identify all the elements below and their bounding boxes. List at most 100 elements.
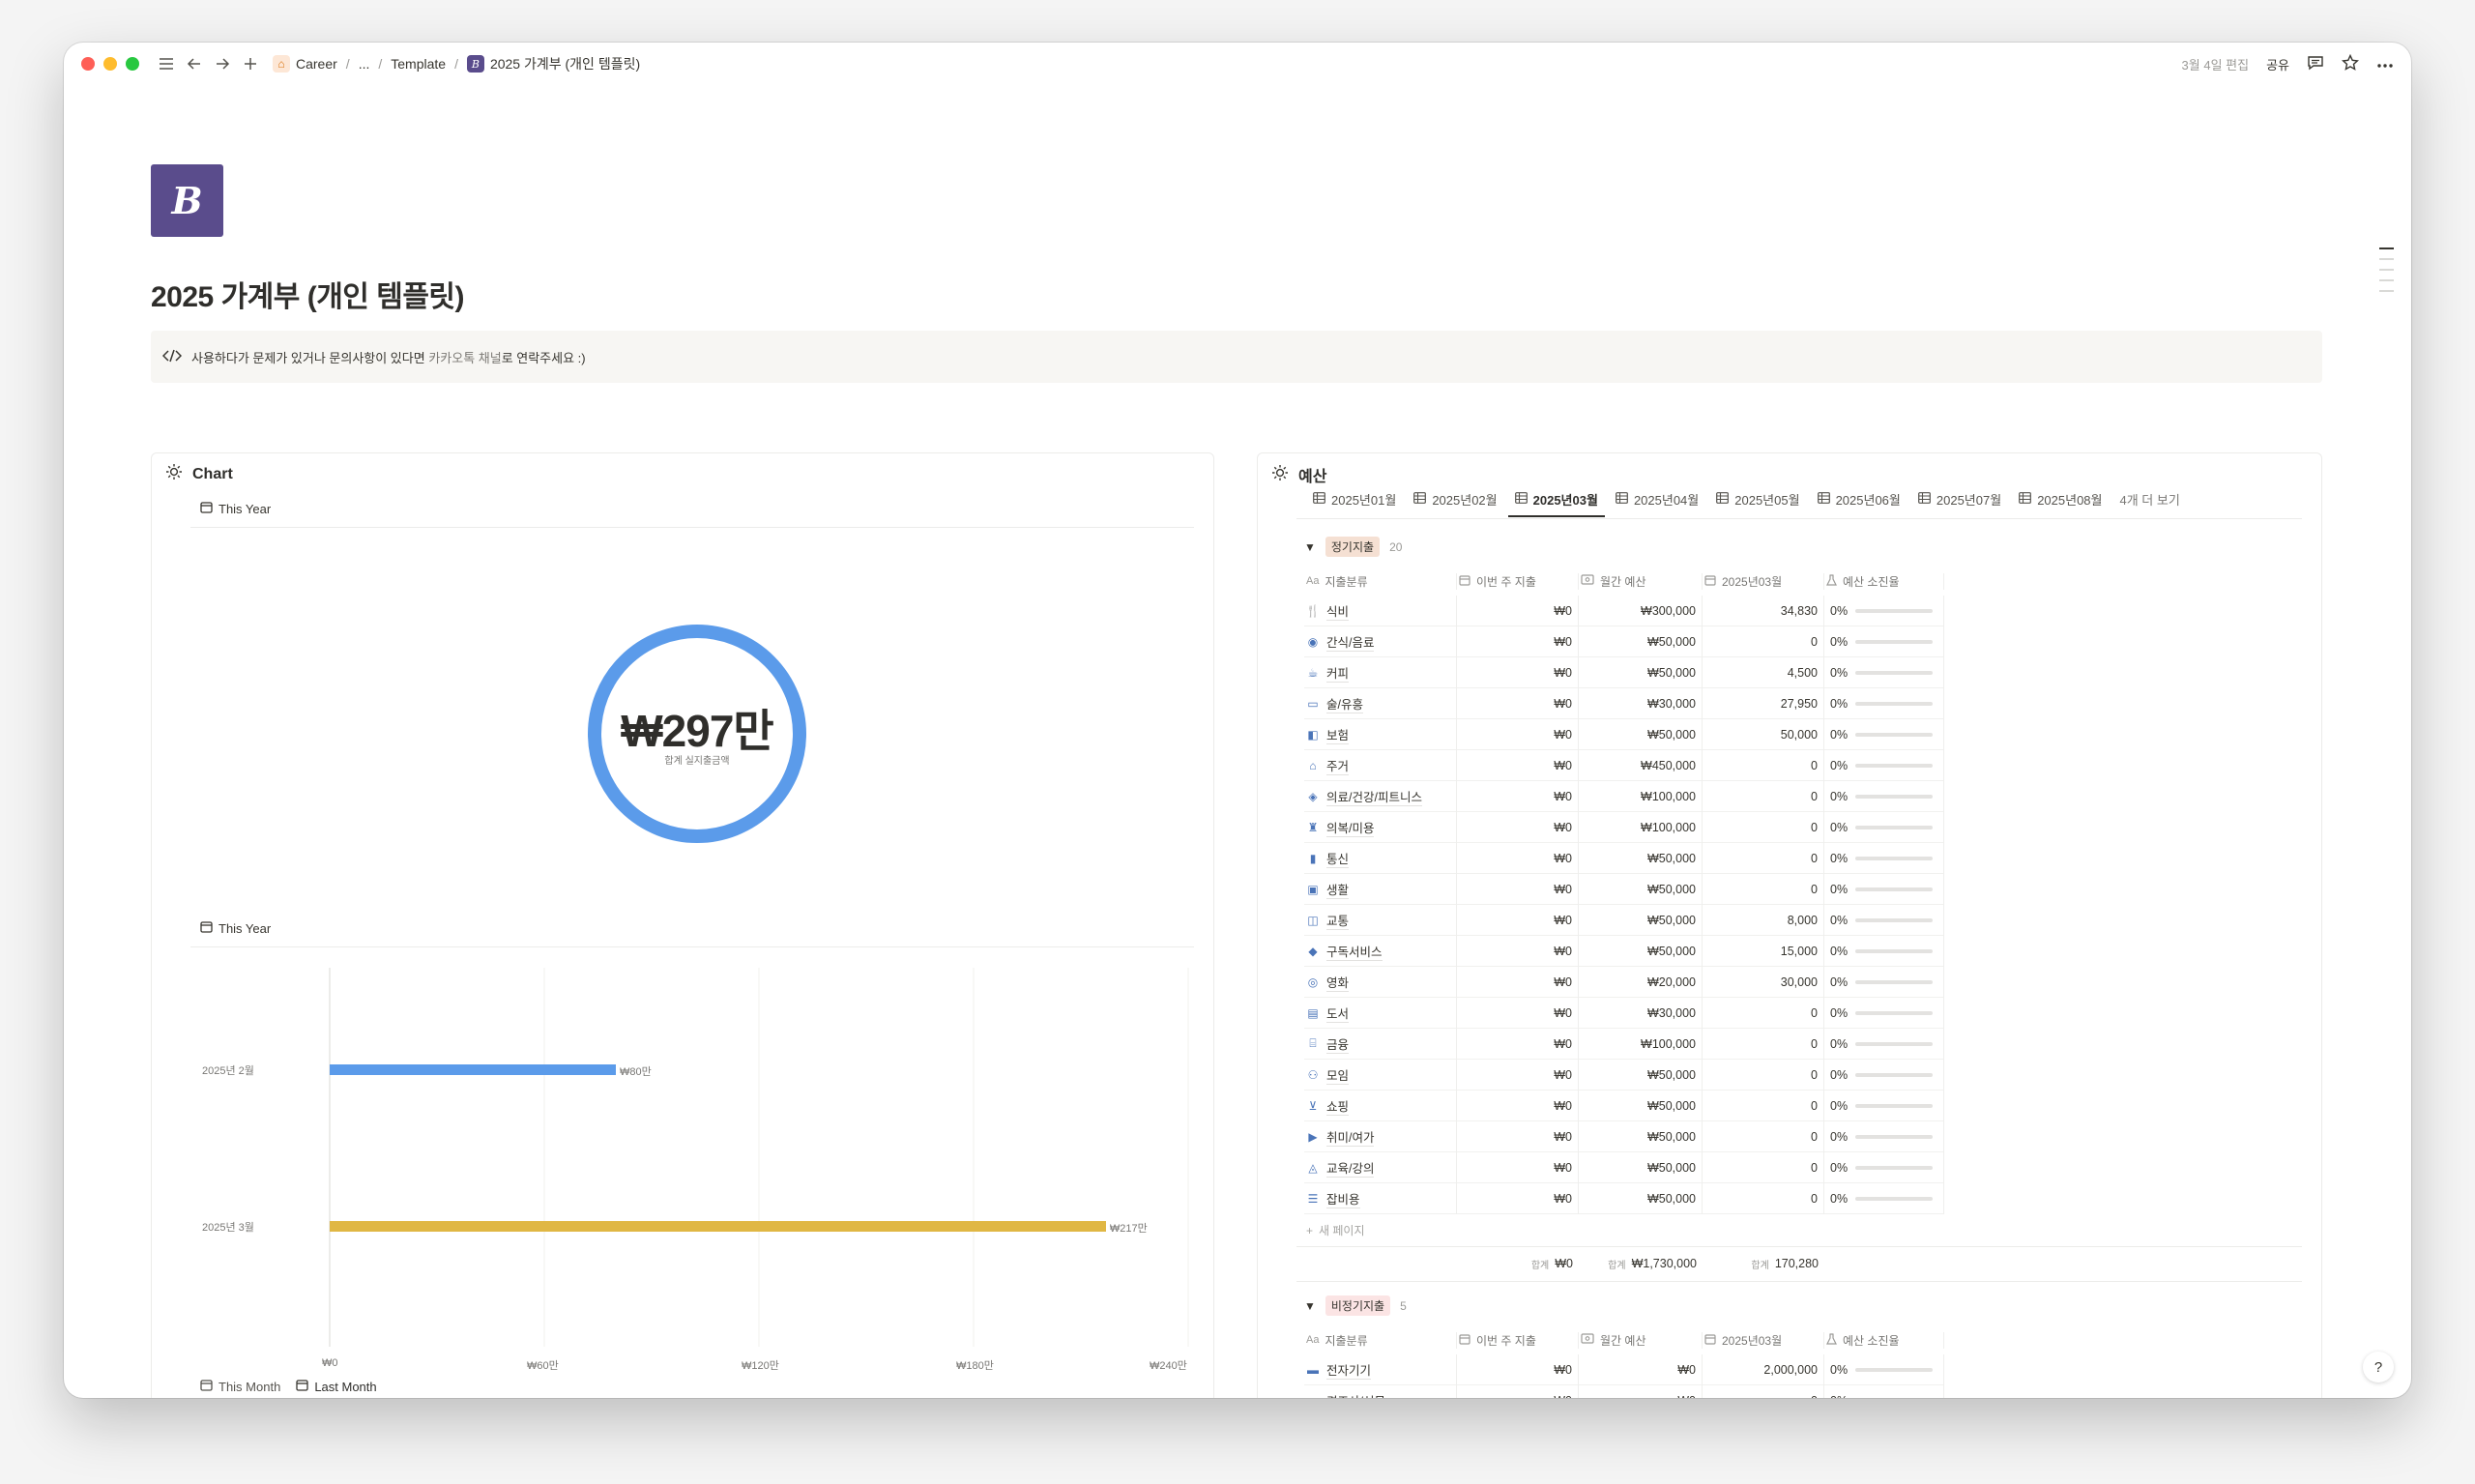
page-icon[interactable]: B	[151, 164, 223, 237]
column-header[interactable]: 이번 주 지출	[1457, 572, 1579, 590]
table-row[interactable]: ▣ 생활 ₩0 ₩50,000 0 0%	[1304, 873, 1944, 905]
usage-percent: 0%	[1830, 1129, 1849, 1144]
category-name[interactable]: 교통	[1326, 911, 1350, 930]
group-header-irregular[interactable]: ▼ 비정기지출 5	[1304, 1295, 1407, 1316]
column-header[interactable]: 월간 예산	[1579, 1331, 1703, 1349]
table-row[interactable]: ⊻ 쇼핑 ₩0 ₩50,000 0 0%	[1304, 1090, 1944, 1121]
breadcrumb-current-page[interactable]: 2025 가계부 (개인 템플릿)	[490, 54, 640, 73]
view-tab-last-month[interactable]: Last Month	[296, 1379, 377, 1394]
tab-month-1[interactable]: 2025년01월	[1304, 486, 1405, 511]
table-row[interactable]: ▭ 술/유흥 ₩0 ₩30,000 27,950 0%	[1304, 687, 1944, 719]
category-name[interactable]: 영화	[1326, 973, 1350, 992]
category-name[interactable]: 취미/여가	[1326, 1127, 1375, 1147]
tab-month-7[interactable]: 2025년07월	[1909, 486, 2010, 511]
bar-1[interactable]	[330, 1064, 616, 1075]
category-name[interactable]: 술/유흥	[1326, 694, 1363, 713]
table-row[interactable]: ◫ 교통 ₩0 ₩50,000 8,000 0%	[1304, 904, 1944, 936]
minimize-window-button[interactable]	[103, 57, 117, 71]
usage-progress-bar	[1855, 1367, 1934, 1372]
breadcrumb-template[interactable]: Template	[391, 56, 446, 72]
category-name[interactable]: 간식/음료	[1326, 632, 1375, 652]
column-header[interactable]: 예산 소진율	[1824, 1331, 1944, 1349]
favorite-star-icon[interactable]	[2341, 53, 2360, 74]
table-row[interactable]: ◧ 보험 ₩0 ₩50,000 50,000 0%	[1304, 718, 1944, 750]
table-row[interactable]: ◘ 경조사/선물 ₩0 ₩0 0 0%	[1304, 1384, 1944, 1399]
table-row[interactable]: ◆ 구독서비스 ₩0 ₩50,000 15,000 0%	[1304, 935, 1944, 967]
category-name[interactable]: 생활	[1326, 880, 1350, 899]
caret-down-icon[interactable]: ▼	[1304, 540, 1316, 554]
comment-icon[interactable]	[2307, 55, 2324, 73]
category-name[interactable]: 경조사/선물	[1326, 1391, 1385, 1399]
table-row[interactable]: ▬ 전자기기 ₩0 ₩0 2,000,000 0%	[1304, 1353, 1944, 1385]
more-tabs-button[interactable]: 4개 더 보기	[2111, 486, 2189, 511]
tab-month-2[interactable]: 2025년02월	[1405, 486, 1505, 511]
table-row[interactable]: ♜ 의복/미용 ₩0 ₩100,000 0 0%	[1304, 811, 1944, 843]
view-tab-this-month[interactable]: This Month	[200, 1379, 280, 1394]
bar-2[interactable]	[330, 1221, 1106, 1232]
usage-progress-bar	[1855, 670, 1934, 675]
breadcrumb-career[interactable]: Career	[296, 56, 337, 72]
category-name[interactable]: 주거	[1326, 756, 1350, 775]
column-header[interactable]: 2025년03월	[1703, 572, 1824, 590]
table-row[interactable]: ▤ 도서 ₩0 ₩30,000 0 0%	[1304, 997, 1944, 1029]
tab-month-4[interactable]: 2025년04월	[1607, 486, 1707, 511]
tab-month-8[interactable]: 2025년08월	[2010, 486, 2111, 511]
help-button[interactable]: ?	[2363, 1352, 2394, 1382]
table-row[interactable]: ☕ 커피 ₩0 ₩50,000 4,500 0%	[1304, 656, 1944, 688]
table-row[interactable]: ▮ 통신 ₩0 ₩50,000 0 0%	[1304, 842, 1944, 874]
tab-month-6[interactable]: 2025년06월	[1809, 486, 1909, 511]
breadcrumb-ellipsis[interactable]: ...	[359, 56, 370, 72]
category-name[interactable]: 커피	[1326, 663, 1350, 683]
maximize-window-button[interactable]	[126, 57, 139, 71]
page-title[interactable]: 2025 가계부 (개인 템플릿)	[151, 273, 465, 315]
budget-card-title[interactable]: 예산	[1298, 463, 1326, 486]
category-name[interactable]: 도서	[1326, 1004, 1350, 1023]
plus-icon[interactable]	[239, 52, 262, 75]
category-name[interactable]: 모임	[1326, 1065, 1350, 1085]
column-header[interactable]: Aa 지출분류	[1304, 572, 1457, 590]
category-name[interactable]: 의복/미용	[1326, 818, 1375, 837]
group-header-regular[interactable]: ▼ 정기지출 20	[1304, 537, 1402, 557]
column-header[interactable]: 이번 주 지출	[1457, 1331, 1579, 1349]
category-name[interactable]: 의료/건강/피트니스	[1326, 787, 1422, 806]
more-options-icon[interactable]	[2376, 57, 2394, 72]
column-header[interactable]: Aa 지출분류	[1304, 1331, 1457, 1349]
sidebar-menu-icon[interactable]	[155, 52, 178, 75]
back-arrow-icon[interactable]	[183, 52, 206, 75]
category-name[interactable]: 교육/강의	[1326, 1158, 1375, 1178]
category-name[interactable]: 잡비용	[1326, 1189, 1360, 1208]
table-row[interactable]: ⌸ 금융 ₩0 ₩100,000 0 0%	[1304, 1028, 1944, 1060]
forward-arrow-icon[interactable]	[211, 52, 234, 75]
column-header[interactable]: 예산 소진율	[1824, 572, 1944, 590]
category-name[interactable]: 쇼핑	[1326, 1096, 1350, 1116]
month-spend: 0	[1811, 851, 1818, 865]
table-row[interactable]: ⌂ 주거 ₩0 ₩450,000 0 0%	[1304, 749, 1944, 781]
table-row[interactable]: ◉ 간식/음료 ₩0 ₩50,000 0 0%	[1304, 626, 1944, 657]
table-row[interactable]: ◎ 영화 ₩0 ₩20,000 30,000 0%	[1304, 966, 1944, 998]
budget-card: 예산 2025년01월 2025년02월 2025년03월 2025년04월 2025년…	[1257, 452, 2322, 1398]
table-row[interactable]: ⚇ 모임 ₩0 ₩50,000 0 0%	[1304, 1059, 1944, 1091]
new-page-button[interactable]: + 새 페이지	[1306, 1222, 1365, 1238]
column-header[interactable]: 월간 예산	[1579, 572, 1703, 590]
category-name[interactable]: 식비	[1326, 601, 1350, 621]
caret-down-icon[interactable]: ▼	[1304, 1299, 1316, 1313]
category-name[interactable]: 전자기기	[1326, 1360, 1372, 1380]
category-name[interactable]: 보험	[1326, 725, 1350, 744]
category-name[interactable]: 구독서비스	[1326, 942, 1383, 961]
table-row[interactable]: 🍴 식비 ₩0 ₩300,000 34,830 0%	[1304, 595, 1944, 626]
table-row[interactable]: ☰ 잡비용 ₩0 ₩50,000 0 0%	[1304, 1182, 1944, 1214]
close-window-button[interactable]	[81, 57, 95, 71]
page-outline-indicator[interactable]	[2379, 247, 2394, 292]
category-name[interactable]: 통신	[1326, 849, 1350, 868]
month-spend: 0	[1811, 1036, 1818, 1051]
category-name[interactable]: 금융	[1326, 1034, 1350, 1054]
kakao-channel-link[interactable]: 카카오톡 채널	[428, 351, 501, 365]
column-header[interactable]: 2025년03월	[1703, 1331, 1824, 1349]
tab-month-3[interactable]: 2025년03월	[1506, 486, 1607, 517]
table-row[interactable]: ▶ 취미/여가 ₩0 ₩50,000 0 0%	[1304, 1120, 1944, 1152]
people-icon: ⚇	[1307, 1067, 1319, 1082]
table-row[interactable]: ◬ 교육/강의 ₩0 ₩50,000 0 0%	[1304, 1151, 1944, 1183]
share-button[interactable]: 공유	[2266, 55, 2289, 73]
table-row[interactable]: ◈ 의료/건강/피트니스 ₩0 ₩100,000 0 0%	[1304, 780, 1944, 812]
tab-month-5[interactable]: 2025년05월	[1707, 486, 1808, 511]
